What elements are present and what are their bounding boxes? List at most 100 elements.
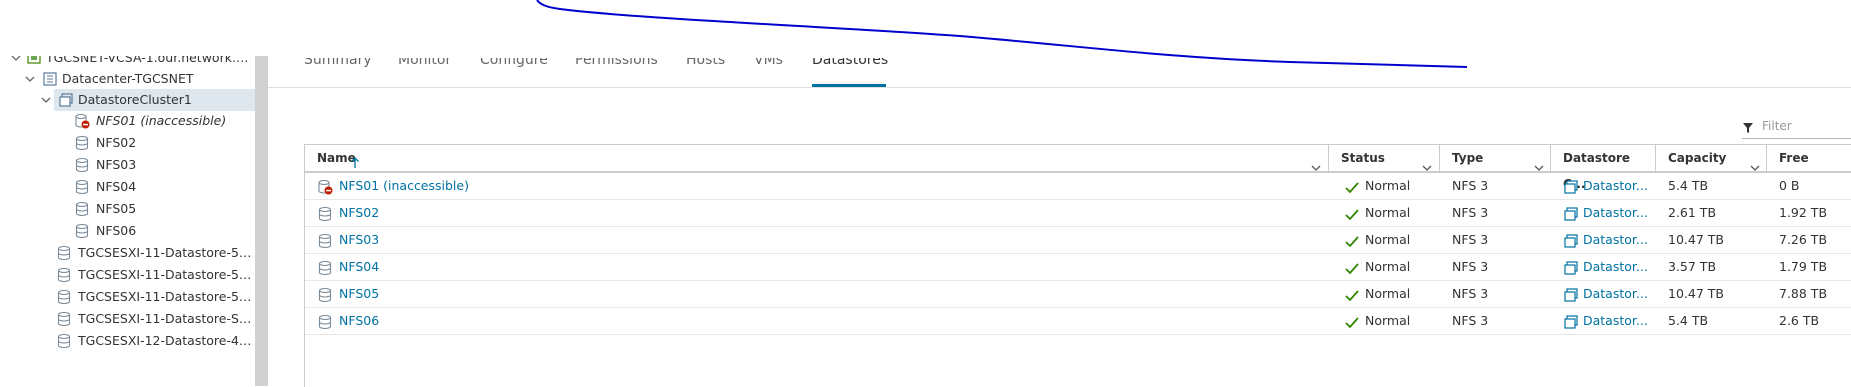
datastore-name-link[interactable]: NFS04 (317, 254, 1317, 280)
column-header-label: Type (1452, 151, 1484, 165)
tree-item-label: TGCSESXI-11-Datastore-SSD (78, 311, 253, 326)
tree-item-label: TGCSESXI-11-Datastore-51... (78, 245, 253, 260)
cell-text: NFS06 (339, 313, 380, 328)
datastore-cluster-icon (1563, 286, 1579, 307)
chevron-down-icon[interactable] (24, 68, 36, 90)
cell-text: 2.6 TB (1779, 313, 1820, 328)
tab-hosts[interactable]: Hosts (686, 58, 725, 75)
capacity-cell: 10.47 TB (1668, 281, 1763, 307)
filter-input[interactable]: Filter (1742, 118, 1851, 139)
free-cell: 7.88 TB (1779, 281, 1851, 307)
checkmark-icon (1345, 232, 1359, 253)
column-header-free[interactable]: Free (1767, 145, 1851, 171)
tab-vms[interactable]: VMs (754, 58, 783, 75)
tree-item-datastore[interactable]: TGCSESXI-11-Datastore-56... (0, 286, 255, 308)
cell-text: 0 B (1779, 178, 1800, 193)
tab-summary[interactable]: Summary (304, 58, 372, 75)
table-row[interactable]: NFS03 Normal NFS 3 Datastor... 10.47 TB … (305, 227, 1851, 254)
datastore-cluster-link[interactable]: Datastor... (1563, 308, 1653, 334)
tab-monitor[interactable]: Monitor (398, 58, 451, 75)
tree-item-label: NFS01 (inaccessible) (96, 113, 227, 128)
column-header-capacity[interactable]: Capacity (1656, 145, 1766, 171)
column-header-label: Status (1341, 151, 1385, 165)
datastore-name-link[interactable]: NFS01 (inaccessible) (317, 173, 1317, 199)
tree-item-label: DatastoreCluster1 (78, 92, 192, 107)
tree-item-datastore[interactable]: NFS04 (0, 176, 255, 198)
tab-datastores[interactable]: Datastores (812, 58, 888, 75)
datastore-cluster-link[interactable]: Datastor... (1563, 200, 1653, 226)
table-row[interactable]: NFS05 Normal NFS 3 Datastor... 10.47 TB … (305, 281, 1851, 308)
datastore-icon (317, 232, 333, 253)
datastore-name-link[interactable]: NFS06 (317, 308, 1317, 334)
table-row[interactable]: NFS06 Normal NFS 3 Datastor... 5.4 TB 2.… (305, 308, 1851, 335)
column-header-status[interactable]: Status (1329, 145, 1439, 171)
datastore-name-link[interactable]: NFS03 (317, 227, 1317, 253)
cell-text: Normal (1365, 178, 1411, 193)
cell-text: 5.4 TB (1668, 178, 1709, 193)
checkmark-icon (1345, 286, 1359, 307)
cell-text: Datastor... (1583, 232, 1648, 247)
cell-text: 7.88 TB (1779, 286, 1828, 301)
capacity-cell: 2.61 TB (1668, 200, 1763, 226)
filter-icon (1742, 122, 1754, 137)
status-cell: Normal (1345, 308, 1435, 334)
free-cell: 7.26 TB (1779, 227, 1851, 253)
datastore-cluster-icon (1563, 178, 1579, 199)
tab-permissions[interactable]: Permissions (575, 58, 658, 75)
tree-item-label: NFS02 (96, 135, 137, 150)
capacity-cell: 3.57 TB (1668, 254, 1763, 280)
status-cell: Normal (1345, 173, 1435, 199)
type-cell: NFS 3 (1452, 254, 1542, 280)
datastore-icon (56, 245, 72, 261)
datastore-cluster-link[interactable]: Datastor... (1563, 173, 1653, 199)
tab-label: Configure (480, 58, 548, 68)
free-cell: 2.6 TB (1779, 308, 1851, 334)
chevron-down-icon[interactable] (40, 89, 52, 111)
checkmark-icon (1345, 205, 1359, 226)
cell-text: 1.92 TB (1779, 205, 1828, 220)
datastore-cluster-link[interactable]: Datastor... (1563, 254, 1653, 280)
cell-text: NFS 3 (1452, 313, 1489, 328)
table-row[interactable]: NFS04 Normal NFS 3 Datastor... 3.57 TB 1… (305, 254, 1851, 281)
column-header-name[interactable]: Name (305, 145, 1328, 171)
datastore-cluster-link[interactable]: Datastor... (1563, 281, 1653, 307)
cell-text: 1.79 TB (1779, 259, 1828, 274)
tree-item-datastore[interactable]: NFS03 (0, 154, 255, 176)
datastore-cluster-icon (1563, 232, 1579, 253)
cell-text: Normal (1365, 286, 1411, 301)
tree-item-datastore[interactable]: NFS02 (0, 132, 255, 154)
table-row[interactable]: NFS01 (inaccessible) Normal NFS 3 Datast… (305, 173, 1851, 200)
free-cell: 0 B (1779, 173, 1851, 199)
datastore-icon (74, 135, 90, 151)
tree-item-datastore[interactable]: NFS01 (inaccessible) (0, 110, 255, 132)
tab-configure[interactable]: Configure (480, 58, 548, 75)
tree-item-datastore[interactable]: NFS05 (0, 198, 255, 220)
free-cell: 1.92 TB (1779, 200, 1851, 226)
tree-item-datastore[interactable]: TGCSESXI-11-Datastore-51... (0, 242, 255, 264)
pane-splitter[interactable] (255, 56, 268, 386)
tree-item-datastore[interactable]: TGCSESXI-12-Datastore-4d... (0, 330, 255, 352)
tree-item-datacenter[interactable]: Datacenter-TGCSNET (0, 68, 255, 90)
cell-text: Normal (1365, 313, 1411, 328)
datastore-cluster-link[interactable]: Datastor... (1563, 227, 1653, 253)
column-header-type[interactable]: Type (1440, 145, 1550, 171)
tree-item-label: TGCSESXI-11-Datastore-56... (78, 289, 253, 304)
status-cell: Normal (1345, 227, 1435, 253)
tree-item-datastore[interactable]: TGCSESXI-11-Datastore-55... (0, 264, 255, 286)
table-row[interactable]: NFS02 Normal NFS 3 Datastor... 2.61 TB 1… (305, 200, 1851, 227)
cell-text: 5.4 TB (1668, 313, 1709, 328)
cell-text: Datastor... (1583, 178, 1648, 193)
cell-text: Datastor... (1583, 259, 1648, 274)
status-cell: Normal (1345, 281, 1435, 307)
tree-item-datastore[interactable]: TGCSESXI-11-Datastore-SSD (0, 308, 255, 330)
type-cell: NFS 3 (1452, 308, 1542, 334)
cell-text: NFS 3 (1452, 205, 1489, 220)
datastore-icon (56, 289, 72, 305)
datastore-name-link[interactable]: NFS05 (317, 281, 1317, 307)
datastore-name-link[interactable]: NFS02 (317, 200, 1317, 226)
tree-item-datastore[interactable]: NFS06 (0, 220, 255, 242)
type-cell: NFS 3 (1452, 227, 1542, 253)
column-header-datastore-cluster[interactable]: Datastore C... (1551, 145, 1655, 191)
cell-text: Normal (1365, 259, 1411, 274)
tree-item-datastore-cluster[interactable]: DatastoreCluster1 (41, 89, 255, 111)
